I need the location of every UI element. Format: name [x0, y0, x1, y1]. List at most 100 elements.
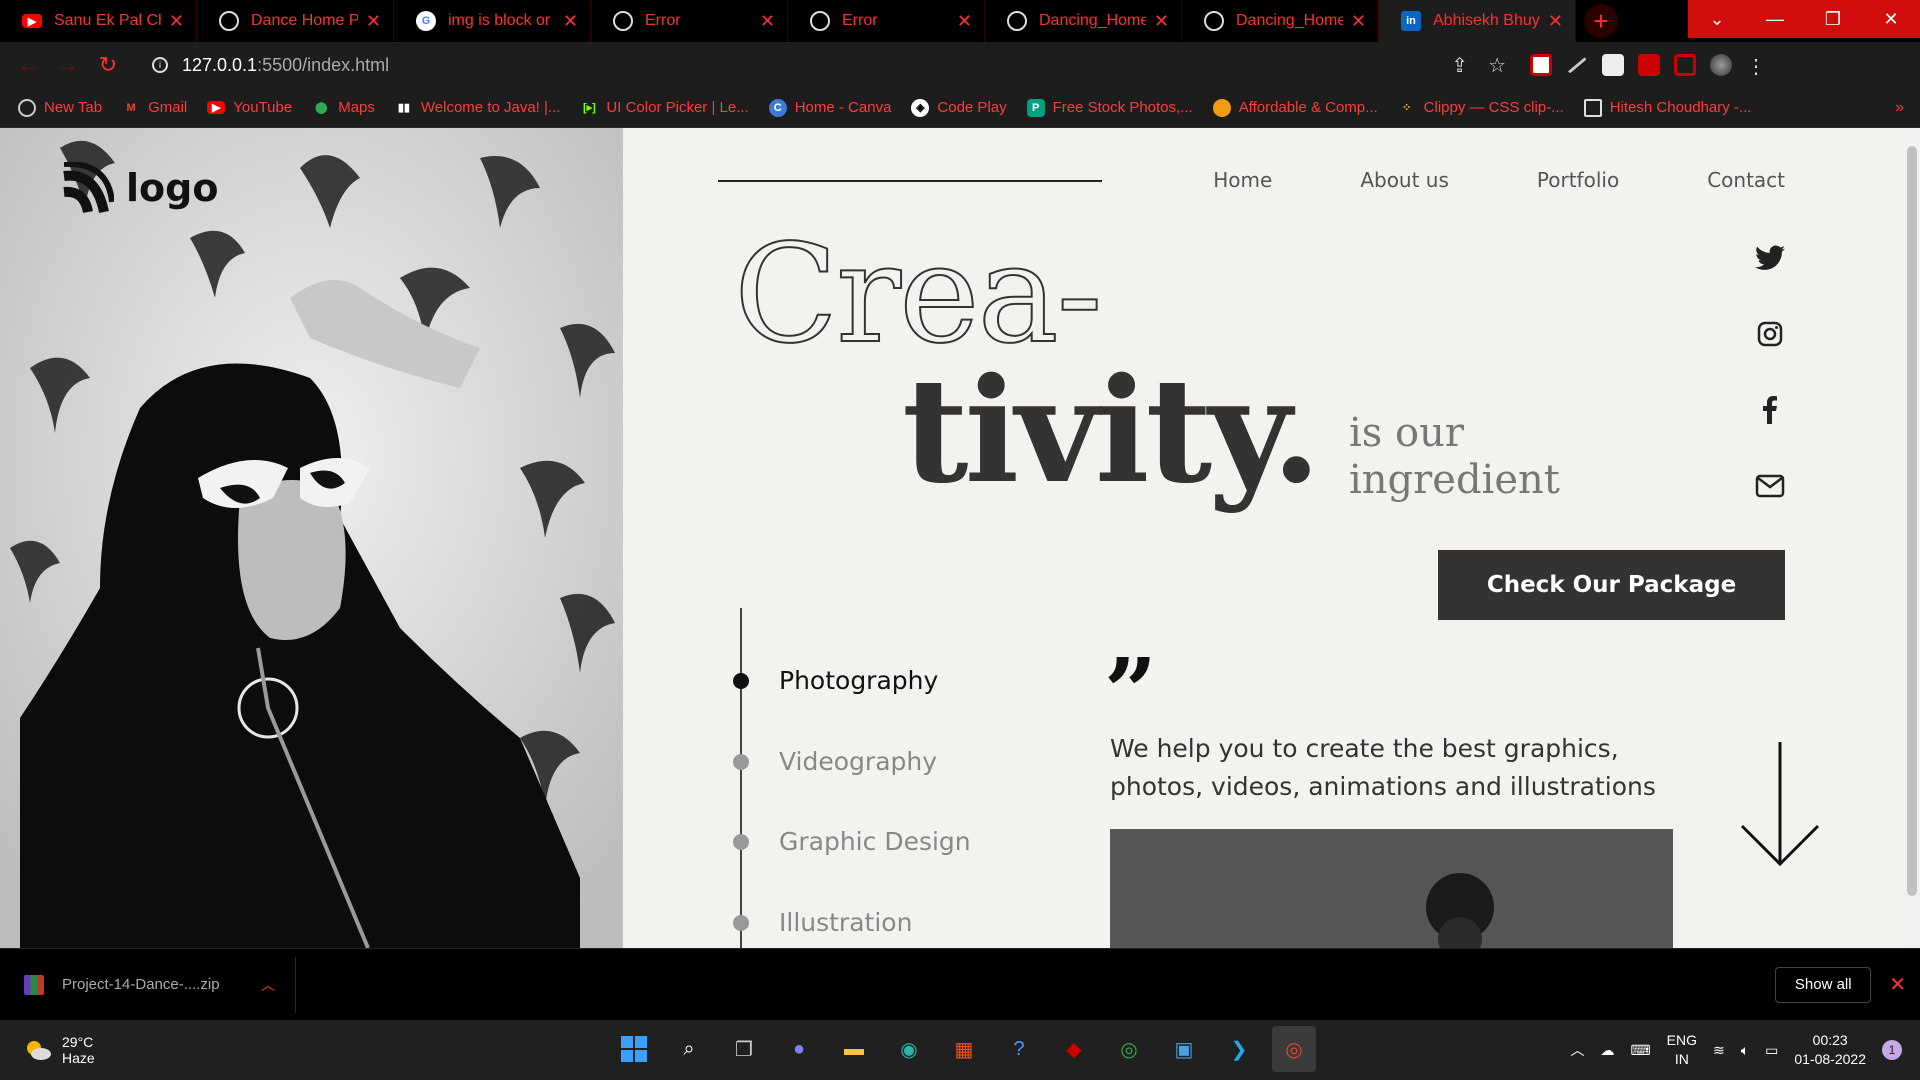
close-icon[interactable]: ✕ — [760, 11, 775, 32]
mail-icon[interactable] — [1754, 470, 1786, 502]
maps-icon: ⬤ — [315, 102, 328, 114]
notification-badge[interactable]: 1 — [1882, 1040, 1902, 1060]
maximize-button[interactable]: ❐ — [1804, 0, 1862, 38]
forward-icon[interactable]: → — [48, 52, 88, 78]
bookmarks-overflow-icon[interactable]: » — [1895, 99, 1904, 117]
service-videography[interactable]: Videography — [733, 747, 937, 776]
close-icon[interactable]: ✕ — [169, 11, 184, 32]
clock[interactable]: 00:23 01-08-2022 — [1794, 1031, 1866, 1069]
browser-tab[interactable]: Dancing_Home_ ✕ — [985, 0, 1182, 42]
google-icon: G — [416, 11, 436, 31]
share-icon[interactable]: ⇪ — [1451, 53, 1468, 78]
bookmark-label: Gmail — [148, 99, 188, 116]
close-icon[interactable]: ✕ — [957, 11, 972, 32]
new-tab-button[interactable]: + — [1584, 4, 1618, 38]
close-downloads-icon[interactable]: ✕ — [1889, 972, 1906, 997]
bookmark-item[interactable]: Hitesh Choudhary -... — [1583, 98, 1752, 117]
bookmark-label: Code Play — [937, 99, 1007, 116]
nav-contact[interactable]: Contact — [1707, 168, 1785, 192]
scrollbar-thumb[interactable] — [1907, 146, 1917, 896]
close-icon[interactable]: ✕ — [563, 11, 578, 32]
twitter-icon[interactable] — [1754, 242, 1786, 274]
browser-tab[interactable]: ▶ Sanu Ek Pal Chain ✕ — [0, 0, 197, 42]
chevron-up-icon[interactable]: ︿ — [1570, 1040, 1584, 1060]
site-info-icon[interactable]: i — [152, 57, 168, 73]
chevron-up-icon[interactable]: ︿ — [261, 975, 275, 995]
bookmark-label: Hitesh Choudhary -... — [1609, 99, 1752, 116]
browser-tab[interactable]: Error ✕ — [788, 0, 985, 42]
pen-extension-icon[interactable] — [1567, 56, 1587, 74]
facebook-icon[interactable] — [1754, 394, 1786, 426]
bookmark-item[interactable]: P Free Stock Photos,... — [1026, 98, 1193, 117]
language-indicator[interactable]: ENG IN — [1667, 1031, 1697, 1069]
bookmark-item[interactable]: [▸] UI Color Picker | Le... — [580, 99, 749, 117]
search-icon[interactable]: ⌕ — [667, 1026, 711, 1072]
url-input[interactable]: i 127.0.0.1:5500/index.html ⇪ ☆ — [140, 48, 1520, 82]
service-photography[interactable]: Photography — [733, 666, 938, 695]
close-window-button[interactable]: ✕ — [1862, 0, 1920, 38]
weather-widget[interactable]: 29°C Haze — [24, 1034, 95, 1066]
close-icon[interactable]: ✕ — [366, 11, 381, 32]
photos-icon[interactable]: ▣ — [1162, 1026, 1206, 1072]
mcafee-extension-icon[interactable] — [1530, 54, 1552, 76]
reload-icon[interactable]: ↻ — [88, 52, 128, 78]
volume-icon[interactable]: 🔈︎ — [1741, 1042, 1749, 1059]
browser-tab[interactable]: G img is block or in ✕ — [394, 0, 591, 42]
scroll-down-arrow-icon[interactable] — [1740, 740, 1820, 870]
nav-portfolio[interactable]: Portfolio — [1537, 168, 1619, 192]
profile-avatar[interactable] — [1710, 54, 1732, 76]
close-icon[interactable]: ✕ — [1548, 11, 1563, 32]
battery-icon[interactable]: ▭ — [1765, 1042, 1778, 1059]
onedrive-icon[interactable]: ☁ — [1600, 1042, 1614, 1059]
service-graphic-design[interactable]: Graphic Design — [733, 827, 971, 856]
edge-icon[interactable]: ◉ — [887, 1026, 931, 1072]
bookmark-item[interactable]: ⁘ Clippy — CSS clip-... — [1398, 99, 1564, 117]
bookmark-item[interactable]: Affordable & Comp... — [1212, 98, 1378, 117]
close-icon[interactable]: ✕ — [1351, 11, 1366, 32]
sidebar-extension-icon[interactable] — [1674, 54, 1696, 76]
nav-home[interactable]: Home — [1213, 168, 1272, 192]
browser-tab[interactable]: Dancing_Home_ ✕ — [1182, 0, 1379, 42]
chrome-icon[interactable]: ◎ — [1107, 1026, 1151, 1072]
bookmark-item[interactable]: ▮▮ Welcome to Java! |... — [395, 99, 561, 117]
bookmark-item[interactable]: C Home - Canva — [768, 98, 891, 117]
puzzle-extension-icon[interactable] — [1638, 54, 1660, 76]
service-illustration[interactable]: Illustration — [733, 908, 912, 937]
instagram-icon[interactable] — [1754, 318, 1786, 350]
browser-tab-active[interactable]: in Abhisekh Bhuyan ✕ — [1379, 0, 1576, 42]
nav-about-us[interactable]: About us — [1360, 168, 1449, 192]
globe-icon — [1204, 11, 1224, 31]
check-package-button[interactable]: Check Our Package — [1438, 550, 1785, 620]
site-logo[interactable]: logo — [62, 162, 218, 214]
wifi-icon[interactable]: ≋ — [1713, 1042, 1725, 1059]
bookmark-item[interactable]: New Tab — [18, 98, 102, 117]
teams-chat-icon[interactable]: ● — [777, 1026, 821, 1072]
file-explorer-icon[interactable]: ▬ — [832, 1026, 876, 1072]
download-item[interactable]: Project-14-Dance-....zip ︿ — [0, 956, 296, 1013]
browser-tab[interactable]: Dance Home Pag ✕ — [197, 0, 394, 42]
task-view-icon[interactable]: ❐ — [722, 1026, 766, 1072]
browser-tab[interactable]: Error ✕ — [591, 0, 788, 42]
mcafee-icon[interactable]: ◆ — [1052, 1026, 1096, 1072]
tab-search-icon[interactable]: ⌄ — [1688, 0, 1746, 38]
keyboard-icon[interactable]: ⌨ — [1630, 1042, 1650, 1059]
minimize-button[interactable]: — — [1746, 0, 1804, 38]
bookmark-item[interactable]: M Gmail — [122, 99, 188, 117]
canva-icon: C — [768, 98, 787, 117]
microsoft-store-icon[interactable]: ▦ — [942, 1026, 986, 1072]
vscode-icon[interactable]: ❯ — [1217, 1026, 1261, 1072]
bookmark-item[interactable]: ◈ Code Play — [911, 98, 1007, 117]
page-scrollbar[interactable] — [1904, 128, 1920, 948]
windows-start-icon[interactable] — [612, 1026, 656, 1072]
bookmark-item[interactable]: ⬤ Maps — [312, 99, 375, 117]
chrome-profile-icon[interactable]: ◎ — [1272, 1026, 1316, 1072]
back-icon[interactable]: ← — [8, 52, 48, 78]
close-icon[interactable]: ✕ — [1154, 11, 1169, 32]
bookmark-item[interactable]: ▶ YouTube — [207, 99, 292, 116]
notes-extension-icon[interactable] — [1602, 54, 1624, 76]
tagline-line-2: ingredient — [1349, 457, 1560, 503]
menu-dots-icon[interactable]: ⋮ — [1746, 54, 1766, 78]
bookmark-star-icon[interactable]: ☆ — [1488, 53, 1506, 78]
show-all-button[interactable]: Show all — [1775, 966, 1872, 1003]
help-icon[interactable]: ? — [997, 1026, 1041, 1072]
